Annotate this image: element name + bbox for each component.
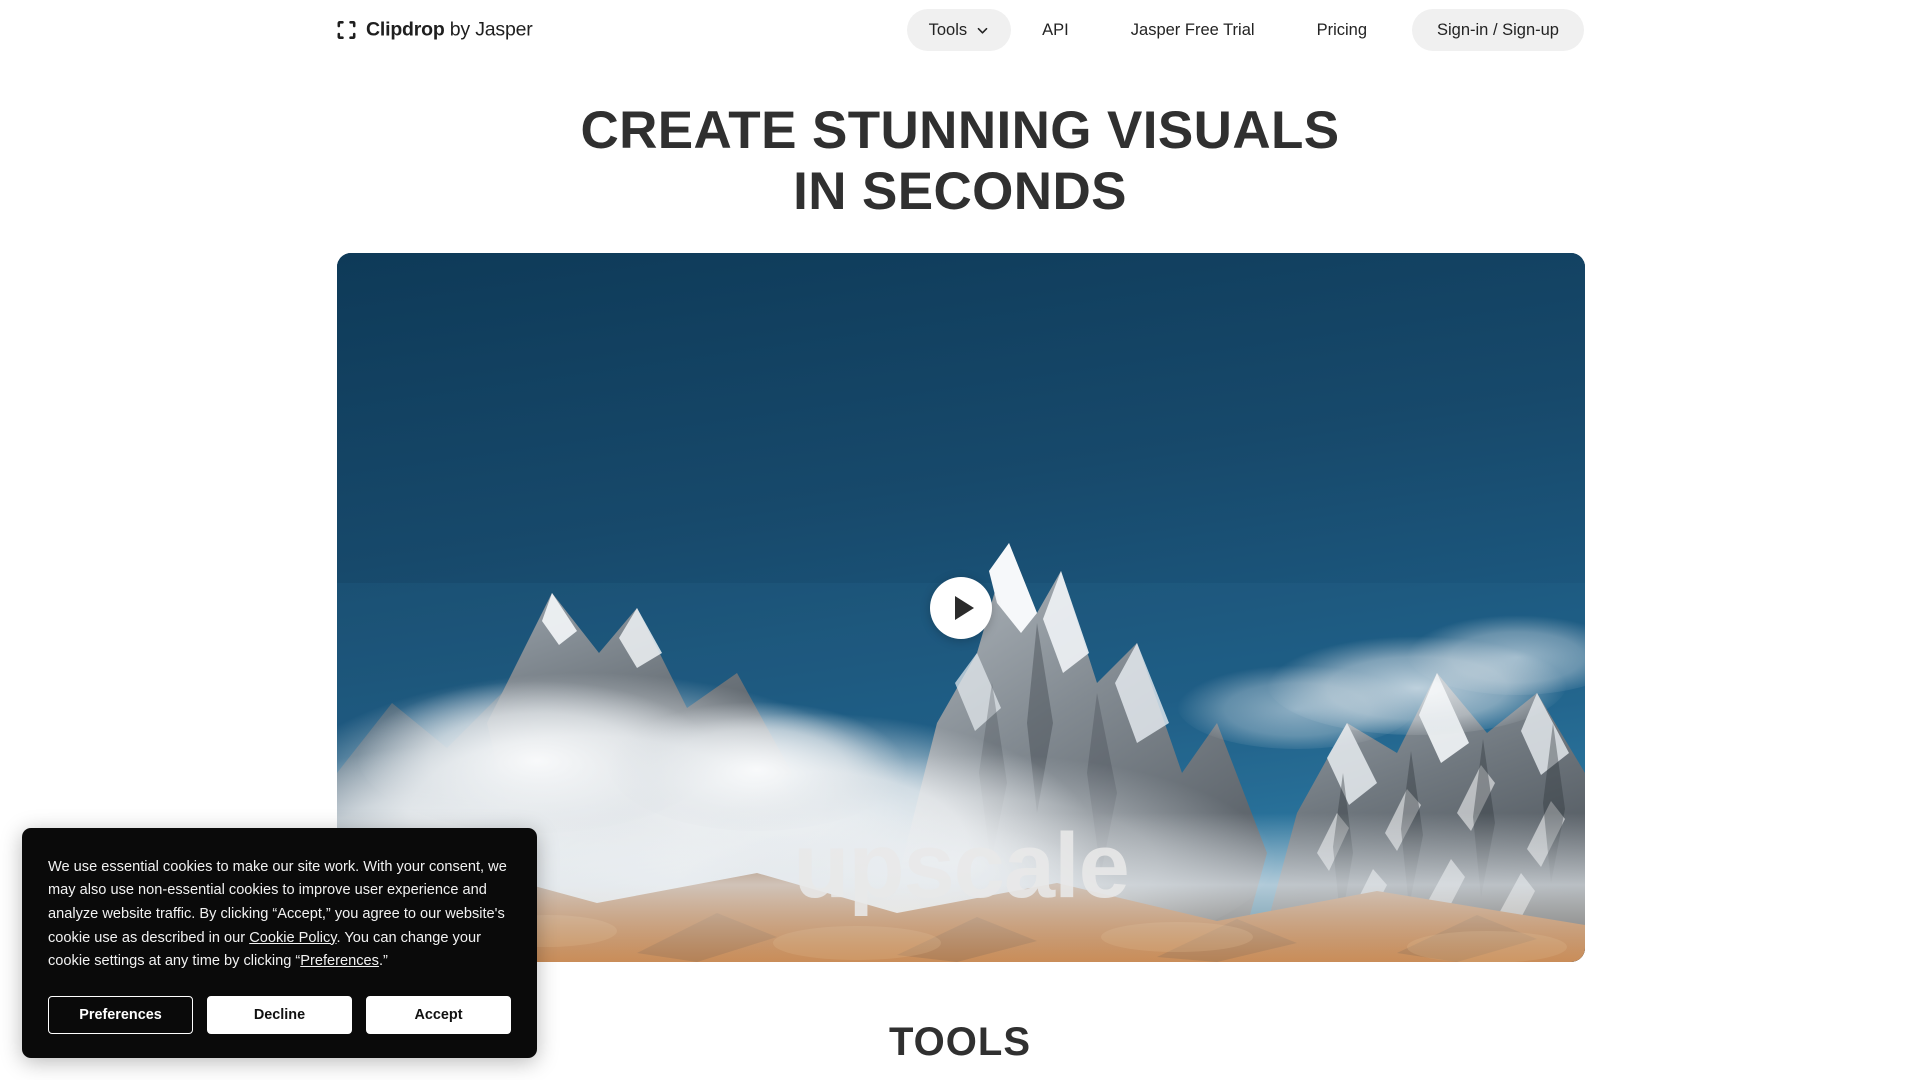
- brand-logo[interactable]: Clipdrop by Jasper: [336, 19, 533, 42]
- hero-section: CREATE STUNNING VISUALS IN SECONDS: [0, 100, 1920, 223]
- play-icon: [954, 595, 974, 620]
- page-title: CREATE STUNNING VISUALS IN SECONDS: [410, 100, 1510, 223]
- cookie-decline-button[interactable]: Decline: [207, 996, 352, 1034]
- cookie-action-buttons: Preferences Decline Accept: [48, 996, 511, 1034]
- cookie-text-part-3: .”: [378, 953, 388, 970]
- clipdrop-landing-page: Clipdrop by Jasper Tools API Jasper Free…: [0, 0, 1920, 1080]
- cookie-policy-link[interactable]: Cookie Policy: [249, 930, 336, 946]
- preferences-inline-link[interactable]: Preferences: [300, 953, 379, 969]
- nav-link-jasper-free-trial[interactable]: Jasper Free Trial: [1100, 9, 1286, 51]
- chevron-down-icon: [977, 27, 988, 34]
- crop-frame-icon: [337, 21, 356, 39]
- site-header: Clipdrop by Jasper Tools API Jasper Free…: [0, 0, 1920, 60]
- cookie-preferences-button[interactable]: Preferences: [48, 996, 193, 1034]
- cookie-accept-button[interactable]: Accept: [366, 996, 511, 1034]
- brand-name: Clipdrop by Jasper: [366, 19, 533, 42]
- cookie-consent-banner: We use essential cookies to make our sit…: [22, 827, 537, 1058]
- hero-title-line-1: CREATE STUNNING VISUALS: [580, 101, 1340, 160]
- brand-name-suffix: by Jasper: [444, 18, 533, 41]
- nav-link-api[interactable]: API: [1011, 9, 1100, 51]
- video-play-button[interactable]: [930, 576, 992, 639]
- hero-title-line-2: IN SECONDS: [793, 162, 1127, 222]
- cookie-consent-text: We use essential cookies to make our sit…: [48, 856, 511, 974]
- nav-signin-signup-button[interactable]: Sign-in / Sign-up: [1412, 9, 1584, 51]
- nav-link-pricing[interactable]: Pricing: [1286, 9, 1398, 51]
- nav-tools-label: Tools: [928, 20, 968, 39]
- nav-tools-dropdown[interactable]: Tools: [906, 9, 1012, 51]
- main-navigation: Tools API Jasper Free Trial Pricing Sign…: [906, 9, 1584, 51]
- brand-name-primary: Clipdrop: [366, 18, 445, 41]
